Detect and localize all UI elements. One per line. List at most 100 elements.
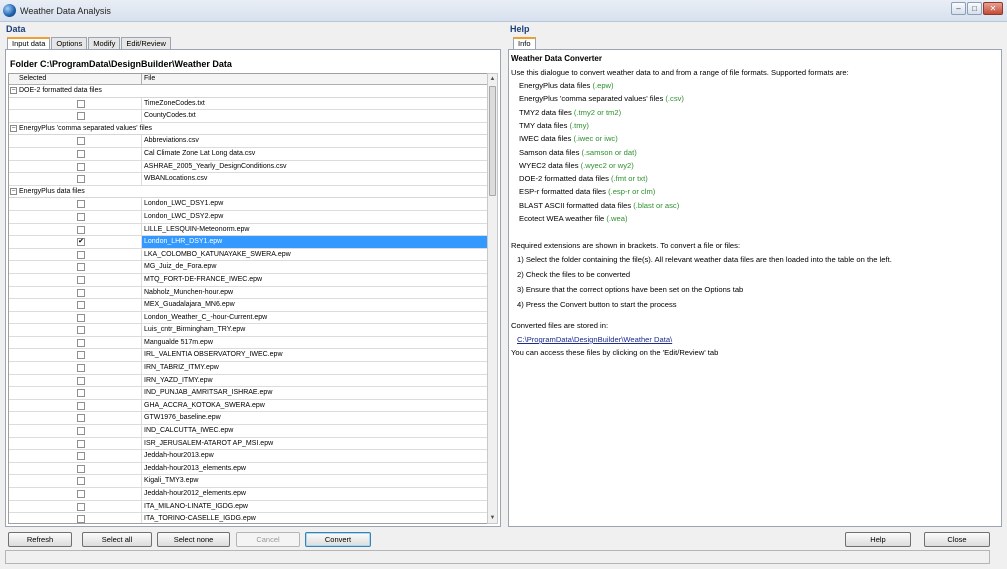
file-name-cell[interactable]: London_LWC_DSY1.epw (142, 198, 490, 210)
file-checkbox[interactable] (77, 275, 85, 284)
close-window-button[interactable]: ✕ (983, 2, 1003, 15)
table-row[interactable]: Cal Climate Zone Lat Long data.csv (9, 147, 490, 161)
scroll-up-icon[interactable]: ▲ (488, 74, 497, 84)
file-checkbox[interactable] (77, 225, 85, 234)
file-name-cell[interactable]: MTQ_FORT-DE-FRANCE_IWEC.epw (142, 274, 490, 286)
collapse-icon[interactable]: − (10, 87, 17, 95)
scroll-down-icon[interactable]: ▼ (488, 513, 497, 523)
minimize-button[interactable]: – (951, 2, 966, 15)
file-checkbox[interactable] (77, 288, 85, 297)
file-checkbox[interactable] (77, 477, 85, 486)
file-name-cell[interactable]: ITA_TORINO-CASELLE_IGDG.epw (142, 513, 490, 523)
file-checkbox[interactable] (77, 364, 85, 373)
file-checkbox[interactable] (77, 137, 85, 146)
close-button[interactable]: Close (924, 532, 990, 547)
file-name-cell[interactable]: IND_CALCUTTA_IWEC.epw (142, 425, 490, 437)
file-name-cell[interactable]: London_LWC_DSY2.epw (142, 211, 490, 223)
table-row[interactable]: MG_Juiz_de_Fora.epw (9, 261, 490, 274)
file-checkbox[interactable] (77, 212, 85, 221)
file-checkbox[interactable] (77, 427, 85, 436)
file-checkbox[interactable] (77, 263, 85, 272)
file-checkbox[interactable] (77, 389, 85, 398)
table-row[interactable]: WBANLocations.csv (9, 173, 490, 186)
table-row[interactable]: MTQ_FORT-DE-FRANCE_IWEC.epw (9, 273, 490, 287)
file-checkbox[interactable] (77, 351, 85, 360)
file-name-cell[interactable]: WBANLocations.csv (142, 173, 490, 185)
collapse-icon[interactable]: − (10, 125, 17, 133)
file-checkbox[interactable] (77, 490, 85, 498)
table-row[interactable]: IRL_VALENTIA OBSERVATORY_IWEC.epw (9, 349, 490, 363)
scroll-thumb[interactable] (489, 86, 496, 196)
select-all-button[interactable]: Select all (82, 532, 152, 547)
file-name-cell[interactable]: ITA_MILANO-LINATE_IGDG.epw (142, 501, 490, 513)
table-row[interactable]: IRN_YAZD_ITMY.epw (9, 374, 490, 388)
file-name-cell[interactable]: Luis_cntr_Birmingham_TRY.epw (142, 324, 490, 336)
group-row[interactable]: − EnergyPlus data files (9, 185, 490, 199)
file-checkbox[interactable] (77, 250, 85, 259)
table-row[interactable]: London_LWC_DSY2.epw (9, 210, 490, 224)
file-name-cell[interactable]: London_LHR_DSY1.epw (142, 236, 490, 248)
table-row[interactable]: ✔ London_LHR_DSY1.epw (9, 236, 490, 249)
collapse-icon[interactable]: − (10, 188, 17, 196)
file-name-cell[interactable]: Abbreviations.csv (142, 135, 490, 147)
file-name-cell[interactable]: LKA_COLOMBO_KATUNAYAKE_SWERA.epw (142, 249, 490, 261)
table-row[interactable]: LKA_COLOMBO_KATUNAYAKE_SWERA.epw (9, 248, 490, 262)
file-checkbox[interactable] (77, 338, 85, 347)
file-checkbox[interactable] (77, 99, 85, 108)
table-row[interactable]: MEX_Guadalajara_MN6.epw (9, 299, 490, 312)
grid-scrollbar[interactable]: ▲ ▼ (487, 73, 498, 524)
file-name-cell[interactable]: GHA_ACCRA_KOTOKA_SWERA.epw (142, 400, 490, 412)
table-row[interactable]: Nabholz_Munchen-hour.epw (9, 286, 490, 300)
table-row[interactable]: ISR_JERUSALEM-ATAROT AP_MSI.epw (9, 437, 490, 451)
table-row[interactable]: ASHRAE_2005_Yearly_DesignConditions.csv (9, 160, 490, 174)
file-checkbox[interactable] (77, 162, 85, 171)
file-name-cell[interactable]: MEX_Guadalajara_MN6.epw (142, 299, 490, 311)
file-name-cell[interactable]: Mangualde 517m.epw (142, 337, 490, 349)
table-row[interactable]: IND_PUNJAB_AMRITSAR_ISHRAE.epw (9, 387, 490, 400)
table-row[interactable]: GHA_ACCRA_KOTOKA_SWERA.epw (9, 399, 490, 413)
stored-path-link[interactable]: C:\ProgramData\DesignBuilder\Weather Dat… (517, 335, 672, 344)
file-checkbox[interactable] (77, 200, 85, 209)
file-name-cell[interactable]: ISR_JERUSALEM-ATAROT AP_MSI.epw (142, 438, 490, 450)
table-row[interactable]: Jeddah-hour2012_elements.epw (9, 488, 490, 501)
file-name-cell[interactable]: ASHRAE_2005_Yearly_DesignConditions.csv (142, 161, 490, 173)
help-button[interactable]: Help (845, 532, 911, 547)
group-row[interactable]: − EnergyPlus 'comma separated values' fil… (9, 122, 490, 136)
file-checkbox[interactable] (77, 326, 85, 335)
table-row[interactable]: ITA_TORINO-CASELLE_IGDG.epw (9, 513, 490, 523)
table-row[interactable]: Mangualde 517m.epw (9, 336, 490, 350)
table-row[interactable]: London_LWC_DSY1.epw (9, 198, 490, 211)
table-row[interactable]: Abbreviations.csv (9, 135, 490, 148)
file-name-cell[interactable]: MG_Juiz_de_Fora.epw (142, 261, 490, 273)
file-checkbox[interactable] (77, 376, 85, 385)
table-row[interactable]: Jeddah-hour2013_elements.epw (9, 462, 490, 476)
file-checkbox[interactable] (77, 149, 85, 158)
file-name-cell[interactable]: Nabholz_Munchen-hour.epw (142, 287, 490, 299)
file-name-cell[interactable]: IRN_TABRIZ_ITMY.epw (142, 362, 490, 374)
table-row[interactable]: IND_CALCUTTA_IWEC.epw (9, 425, 490, 438)
table-row[interactable]: LILLE_LESQUIN-Meteonorm.epw (9, 223, 490, 237)
table-row[interactable]: ITA_MILANO-LINATE_IGDG.epw (9, 500, 490, 514)
column-header-file[interactable]: File (142, 74, 490, 84)
file-checkbox[interactable] (77, 515, 85, 523)
file-name-cell[interactable]: LILLE_LESQUIN-Meteonorm.epw (142, 224, 490, 236)
file-name-cell[interactable]: Jeddah-hour2013_elements.epw (142, 463, 490, 475)
maximize-button[interactable]: □ (967, 2, 982, 15)
file-checkbox[interactable]: ✔ (77, 238, 85, 247)
table-row[interactable]: CountyCodes.txt (9, 110, 490, 123)
file-name-cell[interactable]: IRL_VALENTIA OBSERVATORY_IWEC.epw (142, 349, 490, 361)
file-name-cell[interactable]: Cal Climate Zone Lat Long data.csv (142, 148, 490, 160)
table-row[interactable]: TimeZoneCodes.txt (9, 97, 490, 111)
group-row[interactable]: − DOE-2 formatted data files (9, 85, 490, 98)
file-checkbox[interactable] (77, 414, 85, 423)
file-checkbox[interactable] (77, 301, 85, 310)
column-header-selected[interactable]: Selected (9, 74, 142, 84)
file-checkbox[interactable] (77, 502, 85, 511)
file-checkbox[interactable] (77, 452, 85, 461)
file-checkbox[interactable] (77, 401, 85, 410)
table-row[interactable]: Jeddah-hour2013.epw (9, 450, 490, 463)
file-checkbox[interactable] (77, 112, 85, 121)
file-name-cell[interactable]: London_Weather_C_-hour-Current.epw (142, 312, 490, 324)
file-checkbox[interactable] (77, 439, 85, 448)
convert-button[interactable]: Convert (305, 532, 371, 547)
